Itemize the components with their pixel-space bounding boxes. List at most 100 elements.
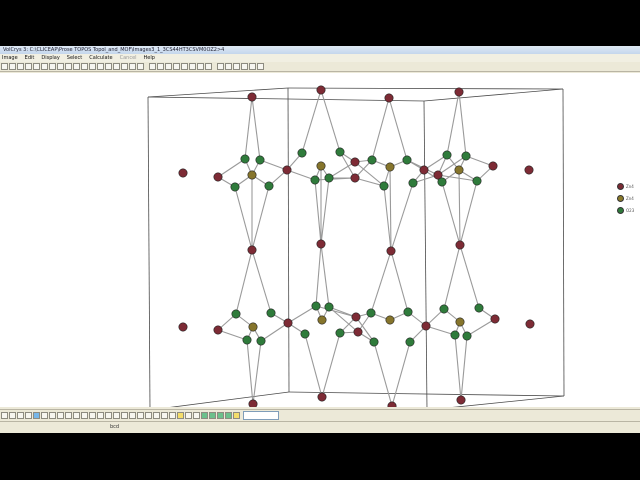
atom-red[interactable]	[384, 93, 394, 103]
toolbar-button[interactable]	[113, 63, 120, 70]
atom-red[interactable]	[456, 395, 466, 405]
bottom-toolbar-button[interactable]	[185, 411, 192, 419]
toolbar-button[interactable]	[189, 63, 196, 70]
value-field[interactable]	[243, 410, 279, 420]
atom-red[interactable]	[350, 173, 360, 183]
atom-red[interactable]	[316, 85, 326, 95]
atom-red[interactable]	[419, 165, 429, 175]
toolbar-button[interactable]	[57, 63, 64, 70]
toolbar-button[interactable]	[73, 63, 80, 70]
bottom-toolbar-button[interactable]	[81, 411, 88, 419]
bottom-toolbar-button[interactable]	[177, 411, 184, 419]
toolbar-button[interactable]	[205, 63, 212, 70]
bottom-toolbar-button[interactable]	[49, 411, 56, 419]
toolbar-button[interactable]	[17, 63, 24, 70]
atom-red[interactable]	[247, 92, 257, 102]
toolbar-button[interactable]	[197, 63, 204, 70]
bottom-toolbar-button[interactable]	[233, 411, 240, 419]
bottom-toolbar-button[interactable]	[57, 411, 64, 419]
atom-red[interactable]	[282, 165, 292, 175]
toolbar-button[interactable]	[165, 63, 172, 70]
bottom-toolbar-button[interactable]	[41, 411, 48, 419]
bottom-toolbar-button[interactable]	[105, 411, 112, 419]
toolbar-button[interactable]	[225, 63, 232, 70]
toolbar-button[interactable]	[257, 63, 264, 70]
atom-green[interactable]	[300, 329, 310, 339]
atom-green[interactable]	[324, 173, 334, 183]
atom-green[interactable]	[242, 335, 252, 345]
bottom-toolbar-button[interactable]	[17, 411, 24, 419]
atom-yellow[interactable]	[316, 161, 326, 171]
atom-green[interactable]	[266, 308, 276, 318]
atom-green[interactable]	[442, 150, 452, 160]
atom-green[interactable]	[335, 328, 345, 338]
atom-yellow[interactable]	[455, 317, 465, 327]
atom-yellow[interactable]	[248, 322, 258, 332]
bottom-toolbar-button[interactable]	[73, 411, 80, 419]
structure-viewport[interactable]: Zn4 Zn4 O23	[0, 73, 640, 411]
bottom-toolbar-button[interactable]	[225, 411, 232, 419]
atom-yellow[interactable]	[385, 162, 395, 172]
bottom-toolbar-button[interactable]	[25, 411, 32, 419]
atom-red[interactable]	[248, 399, 258, 409]
toolbar-button[interactable]	[249, 63, 256, 70]
atom-green[interactable]	[439, 304, 449, 314]
atom-red[interactable]	[353, 327, 363, 337]
toolbar-button[interactable]	[9, 63, 16, 70]
toolbar-button[interactable]	[1, 63, 8, 70]
bottom-toolbar-button[interactable]	[201, 411, 208, 419]
atom-red[interactable]	[351, 312, 361, 322]
atom-red[interactable]	[455, 240, 465, 250]
atom-green[interactable]	[231, 309, 241, 319]
bottom-toolbar-button[interactable]	[153, 411, 160, 419]
atom-green[interactable]	[366, 308, 376, 318]
bottom-toolbar-button[interactable]	[169, 411, 176, 419]
atom-green[interactable]	[310, 175, 320, 185]
toolbar-button[interactable]	[65, 63, 72, 70]
atom-green[interactable]	[402, 155, 412, 165]
atom-red[interactable]	[213, 172, 223, 182]
toolbar-button[interactable]	[41, 63, 48, 70]
atom-green[interactable]	[230, 182, 240, 192]
bottom-toolbar-button[interactable]	[9, 411, 16, 419]
bottom-toolbar-button[interactable]	[137, 411, 144, 419]
toolbar-button[interactable]	[181, 63, 188, 70]
bottom-toolbar-button[interactable]	[209, 411, 216, 419]
menu-image[interactable]: Image	[2, 54, 18, 62]
menu-help[interactable]: Help	[144, 54, 155, 62]
toolbar-button[interactable]	[89, 63, 96, 70]
atom-green[interactable]	[367, 155, 377, 165]
atom-red[interactable]	[524, 165, 534, 175]
atom-green[interactable]	[450, 330, 460, 340]
bottom-toolbar-button[interactable]	[217, 411, 224, 419]
atom-red[interactable]	[178, 322, 188, 332]
atom-red[interactable]	[387, 401, 397, 411]
atom-green[interactable]	[264, 181, 274, 191]
toolbar-button[interactable]	[137, 63, 144, 70]
atom-green[interactable]	[379, 181, 389, 191]
atom-green[interactable]	[335, 147, 345, 157]
atom-yellow[interactable]	[247, 170, 257, 180]
toolbar-button[interactable]	[173, 63, 180, 70]
atom-yellow[interactable]	[454, 165, 464, 175]
toolbar-button[interactable]	[149, 63, 156, 70]
atom-red[interactable]	[386, 246, 396, 256]
atom-green[interactable]	[408, 178, 418, 188]
atom-green[interactable]	[461, 151, 471, 161]
menu-cancel[interactable]: Cancel	[120, 54, 137, 62]
atom-red[interactable]	[488, 161, 498, 171]
toolbar-button[interactable]	[81, 63, 88, 70]
bottom-toolbar-button[interactable]	[65, 411, 72, 419]
atom-green[interactable]	[369, 337, 379, 347]
toolbar-button[interactable]	[241, 63, 248, 70]
bottom-toolbar-button[interactable]	[121, 411, 128, 419]
atom-red[interactable]	[490, 314, 500, 324]
atom-green[interactable]	[311, 301, 321, 311]
toolbar-button[interactable]	[217, 63, 224, 70]
atom-red[interactable]	[350, 157, 360, 167]
toolbar-button[interactable]	[105, 63, 112, 70]
atom-green[interactable]	[462, 331, 472, 341]
bottom-toolbar-button[interactable]	[1, 411, 8, 419]
bottom-toolbar-button[interactable]	[33, 411, 40, 419]
toolbar-button[interactable]	[121, 63, 128, 70]
